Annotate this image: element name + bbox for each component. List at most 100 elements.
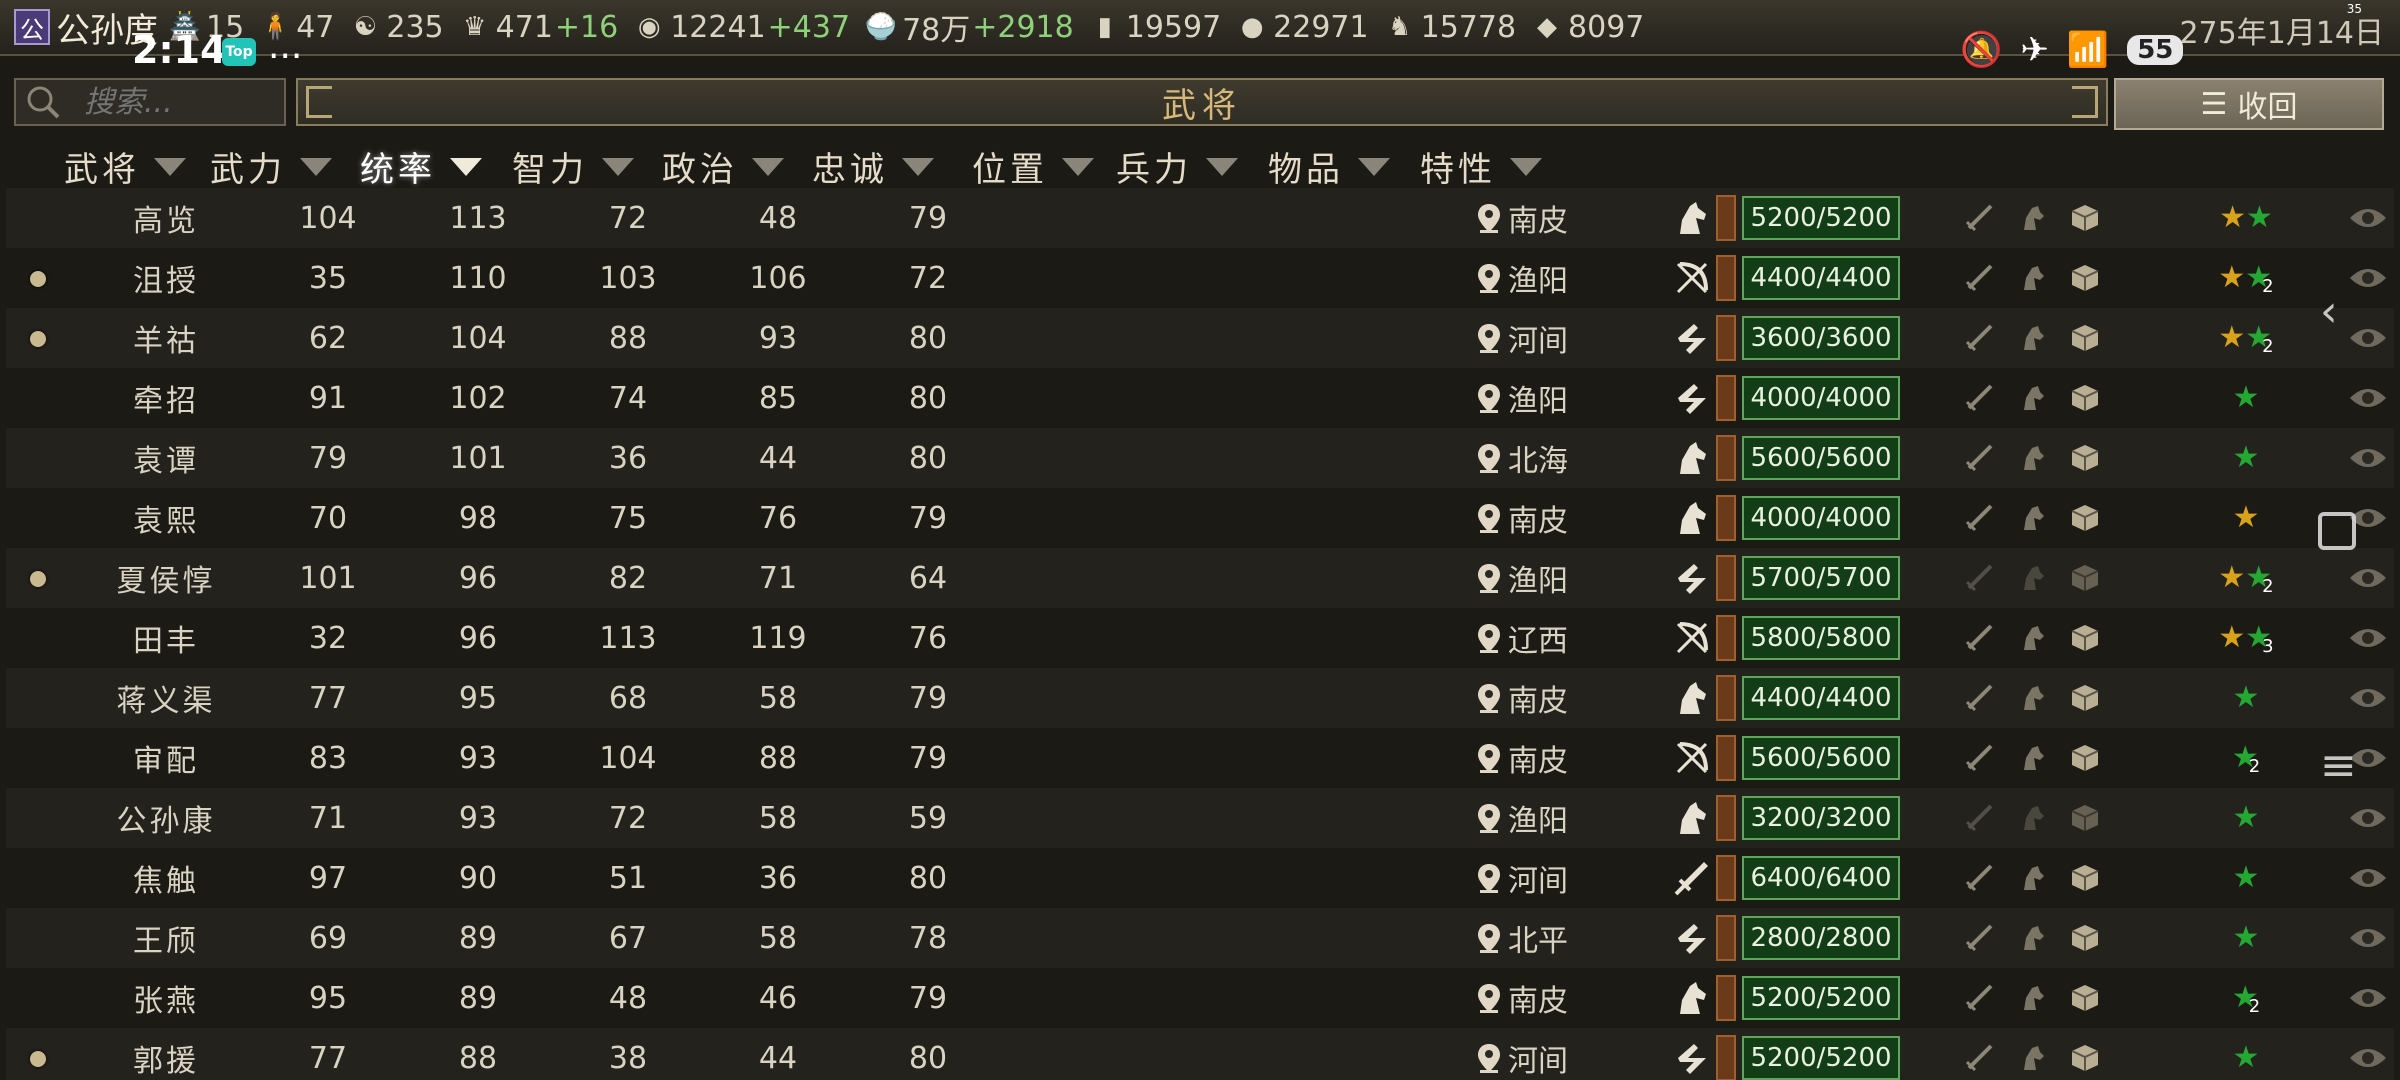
- general-name[interactable]: 蒋义渠: [66, 668, 266, 728]
- collapse-button[interactable]: ☰ 收回: [2114, 78, 2384, 130]
- location[interactable]: 渔阳: [1476, 788, 1636, 848]
- traits[interactable]: ★ ★ 2: [2186, 248, 2306, 308]
- mount-slot-icon[interactable]: [2015, 741, 2049, 775]
- mount-slot-icon[interactable]: [2015, 321, 2049, 355]
- weapon-slot-icon[interactable]: [1962, 261, 1996, 295]
- weapon-slot-icon[interactable]: [1962, 801, 1996, 835]
- general-name[interactable]: 袁熙: [66, 488, 266, 548]
- mount-slot-icon[interactable]: [2015, 261, 2049, 295]
- items-slots[interactable]: [1962, 908, 2102, 968]
- traits[interactable]: ★: [2186, 908, 2306, 968]
- traits[interactable]: ★: [2186, 368, 2306, 428]
- item-box-icon[interactable]: [2068, 861, 2102, 895]
- column-header-2[interactable]: 统率: [360, 142, 482, 191]
- items-slots[interactable]: [1962, 188, 2102, 248]
- items-slots[interactable]: [1962, 668, 2102, 728]
- column-header-8[interactable]: 物品: [1268, 142, 1390, 191]
- weapon-slot-icon[interactable]: [1962, 681, 1996, 715]
- general-name[interactable]: 公孙康: [66, 788, 266, 848]
- items-slots[interactable]: [1962, 308, 2102, 368]
- location[interactable]: 渔阳: [1476, 248, 1636, 308]
- column-header-1[interactable]: 武力: [210, 142, 332, 191]
- table-row[interactable]: 郭援 77 88 38 44 80 河间 5200/5200 ★: [6, 1028, 2394, 1080]
- eye-icon[interactable]: [2342, 428, 2394, 488]
- weapon-slot-icon[interactable]: [1962, 441, 1996, 475]
- table-row[interactable]: 袁熙 70 98 75 76 79 南皮 4000/4000 ★: [6, 488, 2394, 548]
- table-row[interactable]: 张燕 95 89 48 46 79 南皮 5200/5200 ★ 2: [6, 968, 2394, 1028]
- table-row[interactable]: 夏侯惇 101 96 82 71 64 渔阳 5700/5700 ★ ★ 2: [6, 548, 2394, 608]
- eye-icon[interactable]: [2342, 188, 2394, 248]
- item-box-icon[interactable]: [2068, 501, 2102, 535]
- items-slots[interactable]: [1962, 788, 2102, 848]
- mount-slot-icon[interactable]: [2015, 621, 2049, 655]
- general-name[interactable]: 夏侯惇: [66, 548, 266, 608]
- weapon-slot-icon[interactable]: [1962, 381, 1996, 415]
- eye-icon[interactable]: [2342, 308, 2394, 368]
- item-box-icon[interactable]: [2068, 1041, 2102, 1075]
- resource-item[interactable]: ◉ 12241 +437: [632, 10, 850, 45]
- general-name[interactable]: 牵招: [66, 368, 266, 428]
- back-nav-icon[interactable]: ‹: [2320, 286, 2338, 337]
- item-box-icon[interactable]: [2068, 261, 2102, 295]
- resource-item[interactable]: ● 22971: [1235, 10, 1369, 45]
- table-row[interactable]: 公孙康 71 93 72 58 59 渔阳 3200/3200 ★: [6, 788, 2394, 848]
- item-box-icon[interactable]: [2068, 321, 2102, 355]
- item-box-icon[interactable]: [2068, 621, 2102, 655]
- resource-item[interactable]: ◆ 8097: [1530, 10, 1644, 45]
- eye-icon[interactable]: [2342, 908, 2394, 968]
- general-name[interactable]: 沮授: [66, 248, 266, 308]
- table-row[interactable]: 袁谭 79 101 36 44 80 北海 5600/5600 ★: [6, 428, 2394, 488]
- weapon-slot-icon[interactable]: [1962, 861, 1996, 895]
- items-slots[interactable]: [1962, 608, 2102, 668]
- resource-item[interactable]: ♞ 15778: [1383, 10, 1516, 45]
- location[interactable]: 南皮: [1476, 728, 1636, 788]
- mount-slot-icon[interactable]: [2015, 921, 2049, 955]
- faction-badge[interactable]: 公: [14, 9, 50, 45]
- column-header-3[interactable]: 智力: [512, 142, 634, 191]
- mount-slot-icon[interactable]: [2015, 681, 2049, 715]
- general-name[interactable]: 袁谭: [66, 428, 266, 488]
- traits[interactable]: ★ 2: [2186, 968, 2306, 1028]
- item-box-icon[interactable]: [2068, 981, 2102, 1015]
- location[interactable]: 南皮: [1476, 968, 1636, 1028]
- search-box[interactable]: [14, 78, 286, 126]
- location[interactable]: 渔阳: [1476, 368, 1636, 428]
- resource-item[interactable]: ☯ 235: [348, 10, 444, 45]
- items-slots[interactable]: [1962, 368, 2102, 428]
- general-name[interactable]: 田丰: [66, 608, 266, 668]
- item-box-icon[interactable]: [2068, 201, 2102, 235]
- item-box-icon[interactable]: [2068, 441, 2102, 475]
- general-name[interactable]: 张燕: [66, 968, 266, 1028]
- items-slots[interactable]: [1962, 848, 2102, 908]
- general-name[interactable]: 郭援: [66, 1028, 266, 1080]
- location[interactable]: 渔阳: [1476, 548, 1636, 608]
- traits[interactable]: ★ ★ 2: [2186, 308, 2306, 368]
- general-name[interactable]: 审配: [66, 728, 266, 788]
- traits[interactable]: ★ ★: [2186, 188, 2306, 248]
- items-slots[interactable]: [1962, 488, 2102, 548]
- mount-slot-icon[interactable]: [2015, 441, 2049, 475]
- mount-slot-icon[interactable]: [2015, 201, 2049, 235]
- mount-slot-icon[interactable]: [2015, 561, 2049, 595]
- location[interactable]: 南皮: [1476, 668, 1636, 728]
- mount-slot-icon[interactable]: [2015, 861, 2049, 895]
- table-row[interactable]: 王颀 69 89 67 58 78 北平 2800/2800 ★: [6, 908, 2394, 968]
- column-header-0[interactable]: 武将: [64, 142, 186, 191]
- weapon-slot-icon[interactable]: [1962, 201, 1996, 235]
- table-row[interactable]: 田丰 32 96 113 119 76 辽西 5800/5800 ★ ★ 3: [6, 608, 2394, 668]
- general-name[interactable]: 羊祜: [66, 308, 266, 368]
- location[interactable]: 河间: [1476, 308, 1636, 368]
- traits[interactable]: ★: [2186, 788, 2306, 848]
- traits[interactable]: ★: [2186, 668, 2306, 728]
- eye-icon[interactable]: [2342, 248, 2394, 308]
- weapon-slot-icon[interactable]: [1962, 501, 1996, 535]
- traits[interactable]: ★ ★ 2: [2186, 548, 2306, 608]
- weapon-slot-icon[interactable]: [1962, 321, 1996, 355]
- item-box-icon[interactable]: [2068, 921, 2102, 955]
- location[interactable]: 辽西: [1476, 608, 1636, 668]
- table-row[interactable]: 高览 104 113 72 48 79 南皮 5200/5200 ★ ★: [6, 188, 2394, 248]
- location[interactable]: 南皮: [1476, 188, 1636, 248]
- mount-slot-icon[interactable]: [2015, 981, 2049, 1015]
- column-header-6[interactable]: 位置: [972, 142, 1094, 191]
- mount-slot-icon[interactable]: [2015, 501, 2049, 535]
